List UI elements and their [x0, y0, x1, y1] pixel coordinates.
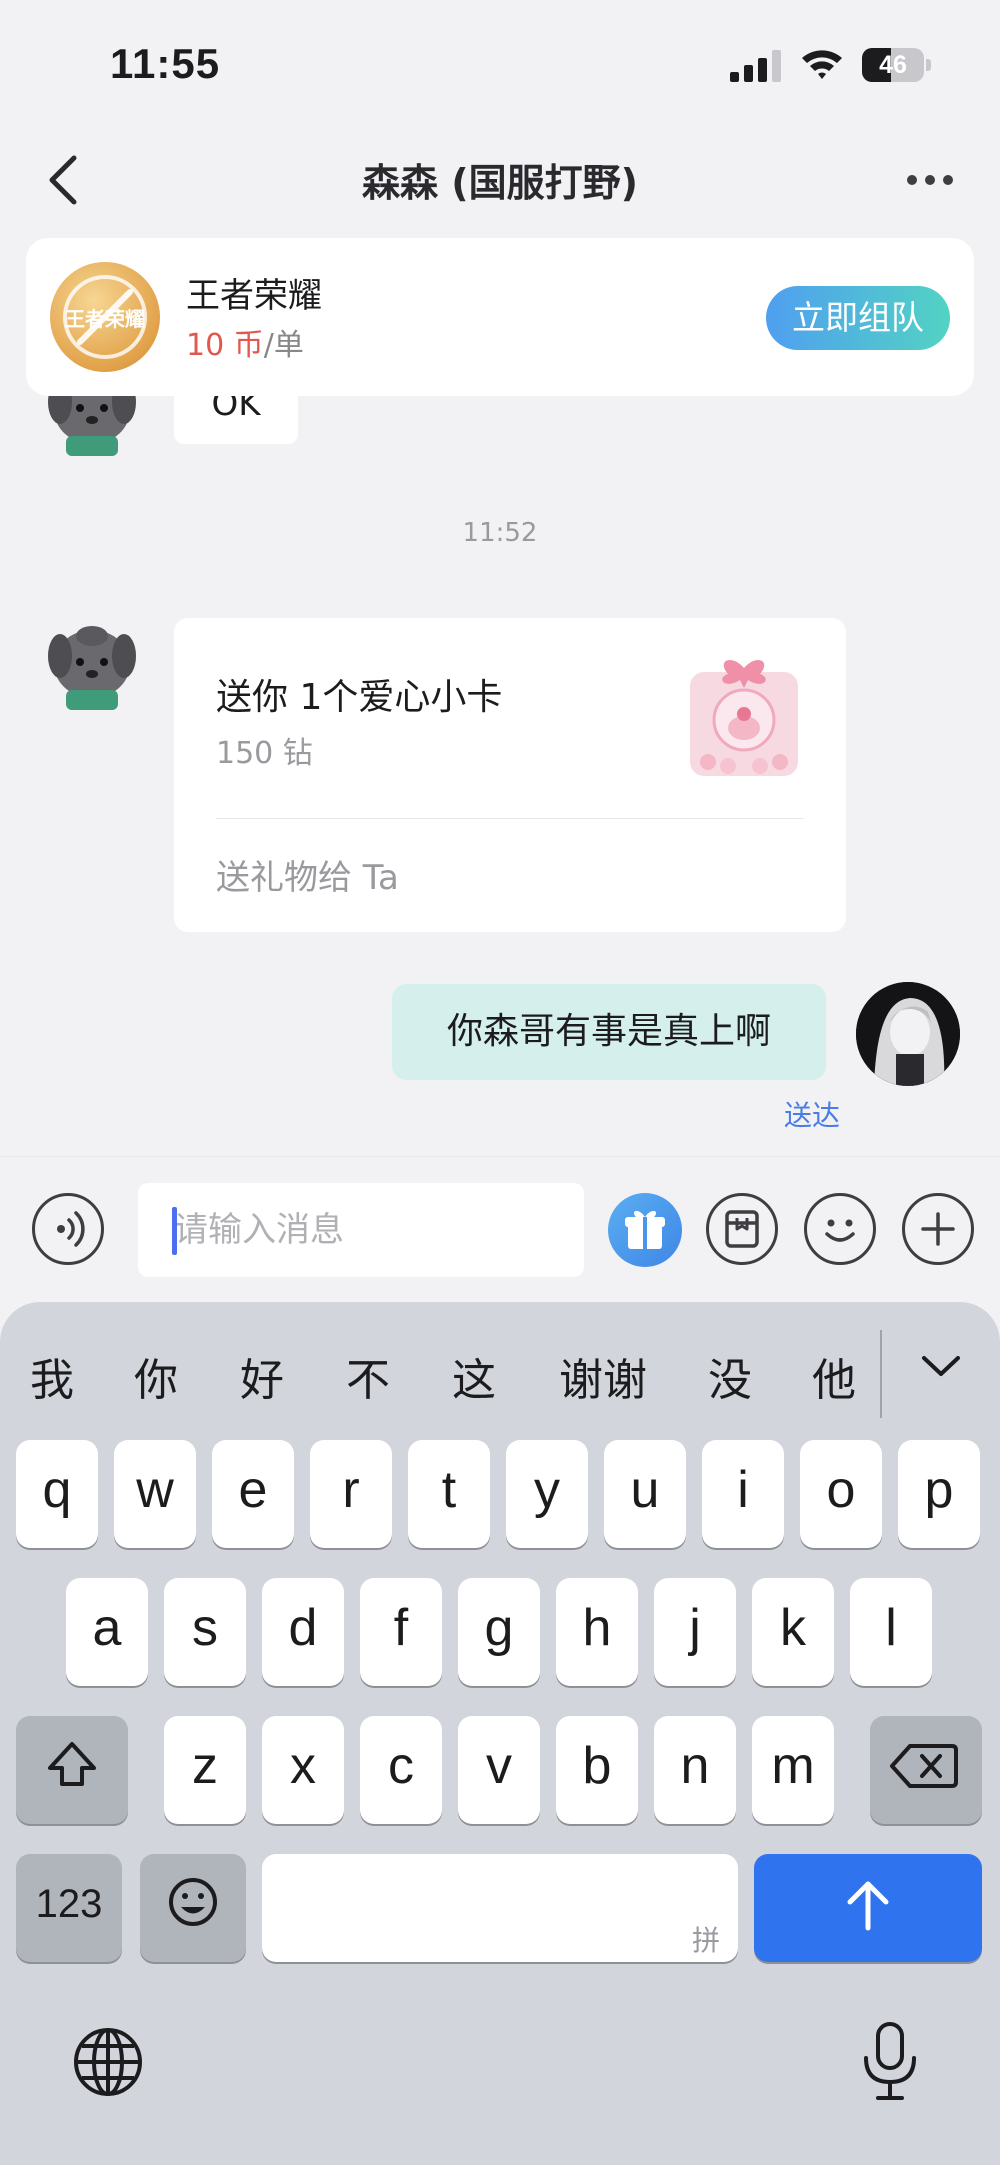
game-price: 10 币/单 [186, 320, 304, 364]
backspace-icon [890, 1744, 958, 1788]
emoji-face-icon [169, 1878, 217, 1926]
delivery-status: 送达 [783, 1099, 840, 1132]
emoji-button[interactable] [804, 1193, 876, 1265]
gift-button[interactable] [608, 1193, 682, 1267]
key-q[interactable]: q [16, 1440, 98, 1548]
chat-title: 森森 (国服打野) [362, 161, 638, 205]
key-y[interactable]: y [506, 1440, 588, 1548]
team-up-button[interactable]: 立即组队 [766, 286, 950, 350]
candidate-word[interactable]: 好 [232, 1344, 292, 1408]
keyboard: 我 你 好 不 这 谢谢 没 他 q w e r t y u i o p a s… [0, 1302, 1000, 2165]
more-options-icon[interactable] [900, 160, 960, 200]
game-order-card: 王者荣耀 王者荣耀 10 币/单 立即组队 [26, 238, 974, 396]
text-cursor [172, 1207, 177, 1255]
key-m[interactable]: m [752, 1716, 834, 1824]
key-z[interactable]: z [164, 1716, 246, 1824]
key-r[interactable]: r [310, 1440, 392, 1548]
key-j[interactable]: j [654, 1578, 736, 1686]
plus-icon [921, 1212, 955, 1246]
battery-icon: 46 [862, 48, 932, 82]
delete-key[interactable] [870, 1716, 982, 1824]
message-text: OK [211, 396, 261, 424]
candidate-divider [880, 1330, 882, 1418]
key-t[interactable]: t [408, 1440, 490, 1548]
candidate-word[interactable]: 不 [338, 1344, 398, 1408]
voice-input-button[interactable] [32, 1193, 104, 1265]
key-b[interactable]: b [556, 1716, 638, 1824]
key-f[interactable]: f [360, 1578, 442, 1686]
key-d[interactable]: d [262, 1578, 344, 1686]
candidate-word[interactable]: 我 [22, 1344, 82, 1408]
message-input-bar [0, 1156, 1000, 1302]
gift-icon [625, 1210, 665, 1249]
battery-percent: 46 [879, 51, 907, 79]
candidate-word[interactable]: 这 [444, 1344, 504, 1408]
status-bar: 11:55 46 [0, 0, 1000, 130]
send-gift-link[interactable]: 送礼物给 Ta [216, 850, 399, 899]
message-bubble-ok[interactable]: OK [174, 396, 298, 444]
game-logo-text: 王者荣耀 [65, 307, 145, 331]
key-l[interactable]: l [850, 1578, 932, 1686]
message-input[interactable] [138, 1183, 584, 1277]
package-button[interactable] [706, 1193, 778, 1265]
candidate-word[interactable]: 谢谢 [548, 1344, 658, 1408]
price-unit: /单 [263, 328, 304, 363]
box-icon [725, 1210, 759, 1248]
candidate-word[interactable]: 你 [126, 1344, 186, 1408]
key-a[interactable]: a [66, 1578, 148, 1686]
key-x[interactable]: x [262, 1716, 344, 1824]
heart-card-gift-image [690, 660, 798, 776]
contact-avatar[interactable] [40, 396, 144, 466]
contact-avatar[interactable] [40, 616, 144, 720]
chevron-down-icon[interactable] [918, 1352, 964, 1382]
arrow-up-icon [847, 1881, 889, 1931]
more-actions-button[interactable] [902, 1193, 974, 1265]
game-logo: 王者荣耀 [50, 262, 160, 372]
message-list[interactable]: OK 11:52 送你 1个爱心小卡 150 钻 送礼物给 Ta 你森哥有事是真… [0, 396, 1000, 1156]
key-n[interactable]: n [654, 1716, 736, 1824]
key-w[interactable]: w [114, 1440, 196, 1548]
message-timestamp: 11:52 [462, 518, 538, 548]
my-avatar[interactable] [856, 982, 960, 1086]
globe-icon[interactable] [72, 2026, 144, 2098]
gift-price: 150 钻 [216, 736, 313, 771]
smiley-icon [825, 1219, 855, 1242]
gift-message-card[interactable]: 送你 1个爱心小卡 150 钻 送礼物给 Ta [174, 618, 846, 932]
space-key[interactable]: 拼 [262, 1854, 738, 1962]
shift-key[interactable] [16, 1716, 128, 1824]
key-e[interactable]: e [212, 1440, 294, 1548]
key-i[interactable]: i [702, 1440, 784, 1548]
candidate-word[interactable]: 没 [700, 1344, 760, 1408]
shift-arrow-icon [48, 1742, 96, 1786]
key-g[interactable]: g [458, 1578, 540, 1686]
candidate-word[interactable]: 他 [804, 1344, 864, 1408]
pinyin-hint: 拼 [691, 1925, 720, 1956]
key-v[interactable]: v [458, 1716, 540, 1824]
clock: 11:55 [110, 40, 221, 87]
key-c[interactable]: c [360, 1716, 442, 1824]
wifi-icon [802, 50, 842, 79]
key-k[interactable]: k [752, 1578, 834, 1686]
divider [216, 818, 804, 819]
key-u[interactable]: u [604, 1440, 686, 1548]
key-h[interactable]: h [556, 1578, 638, 1686]
microphone-icon[interactable] [858, 2020, 922, 2104]
my-message-bubble[interactable]: 你森哥有事是真上啊 [392, 984, 826, 1080]
candidate-bar: 我 你 好 不 这 谢谢 没 他 [0, 1302, 1000, 1436]
key-p[interactable]: p [898, 1440, 980, 1548]
key-o[interactable]: o [800, 1440, 882, 1548]
numbers-key[interactable]: 123 [16, 1854, 122, 1962]
emoji-key[interactable] [140, 1854, 246, 1962]
back-chevron-icon[interactable] [40, 150, 90, 210]
cellular-signal-icon [730, 50, 781, 82]
send-return-key[interactable] [754, 1854, 982, 1962]
chat-header: 森森 (国服打野) [0, 130, 1000, 230]
key-s[interactable]: s [164, 1578, 246, 1686]
game-name: 王者荣耀 [186, 276, 322, 316]
price-amount: 10 币 [186, 328, 264, 363]
voice-wave-icon [57, 1211, 85, 1247]
gift-title: 送你 1个爱心小卡 [216, 677, 503, 718]
